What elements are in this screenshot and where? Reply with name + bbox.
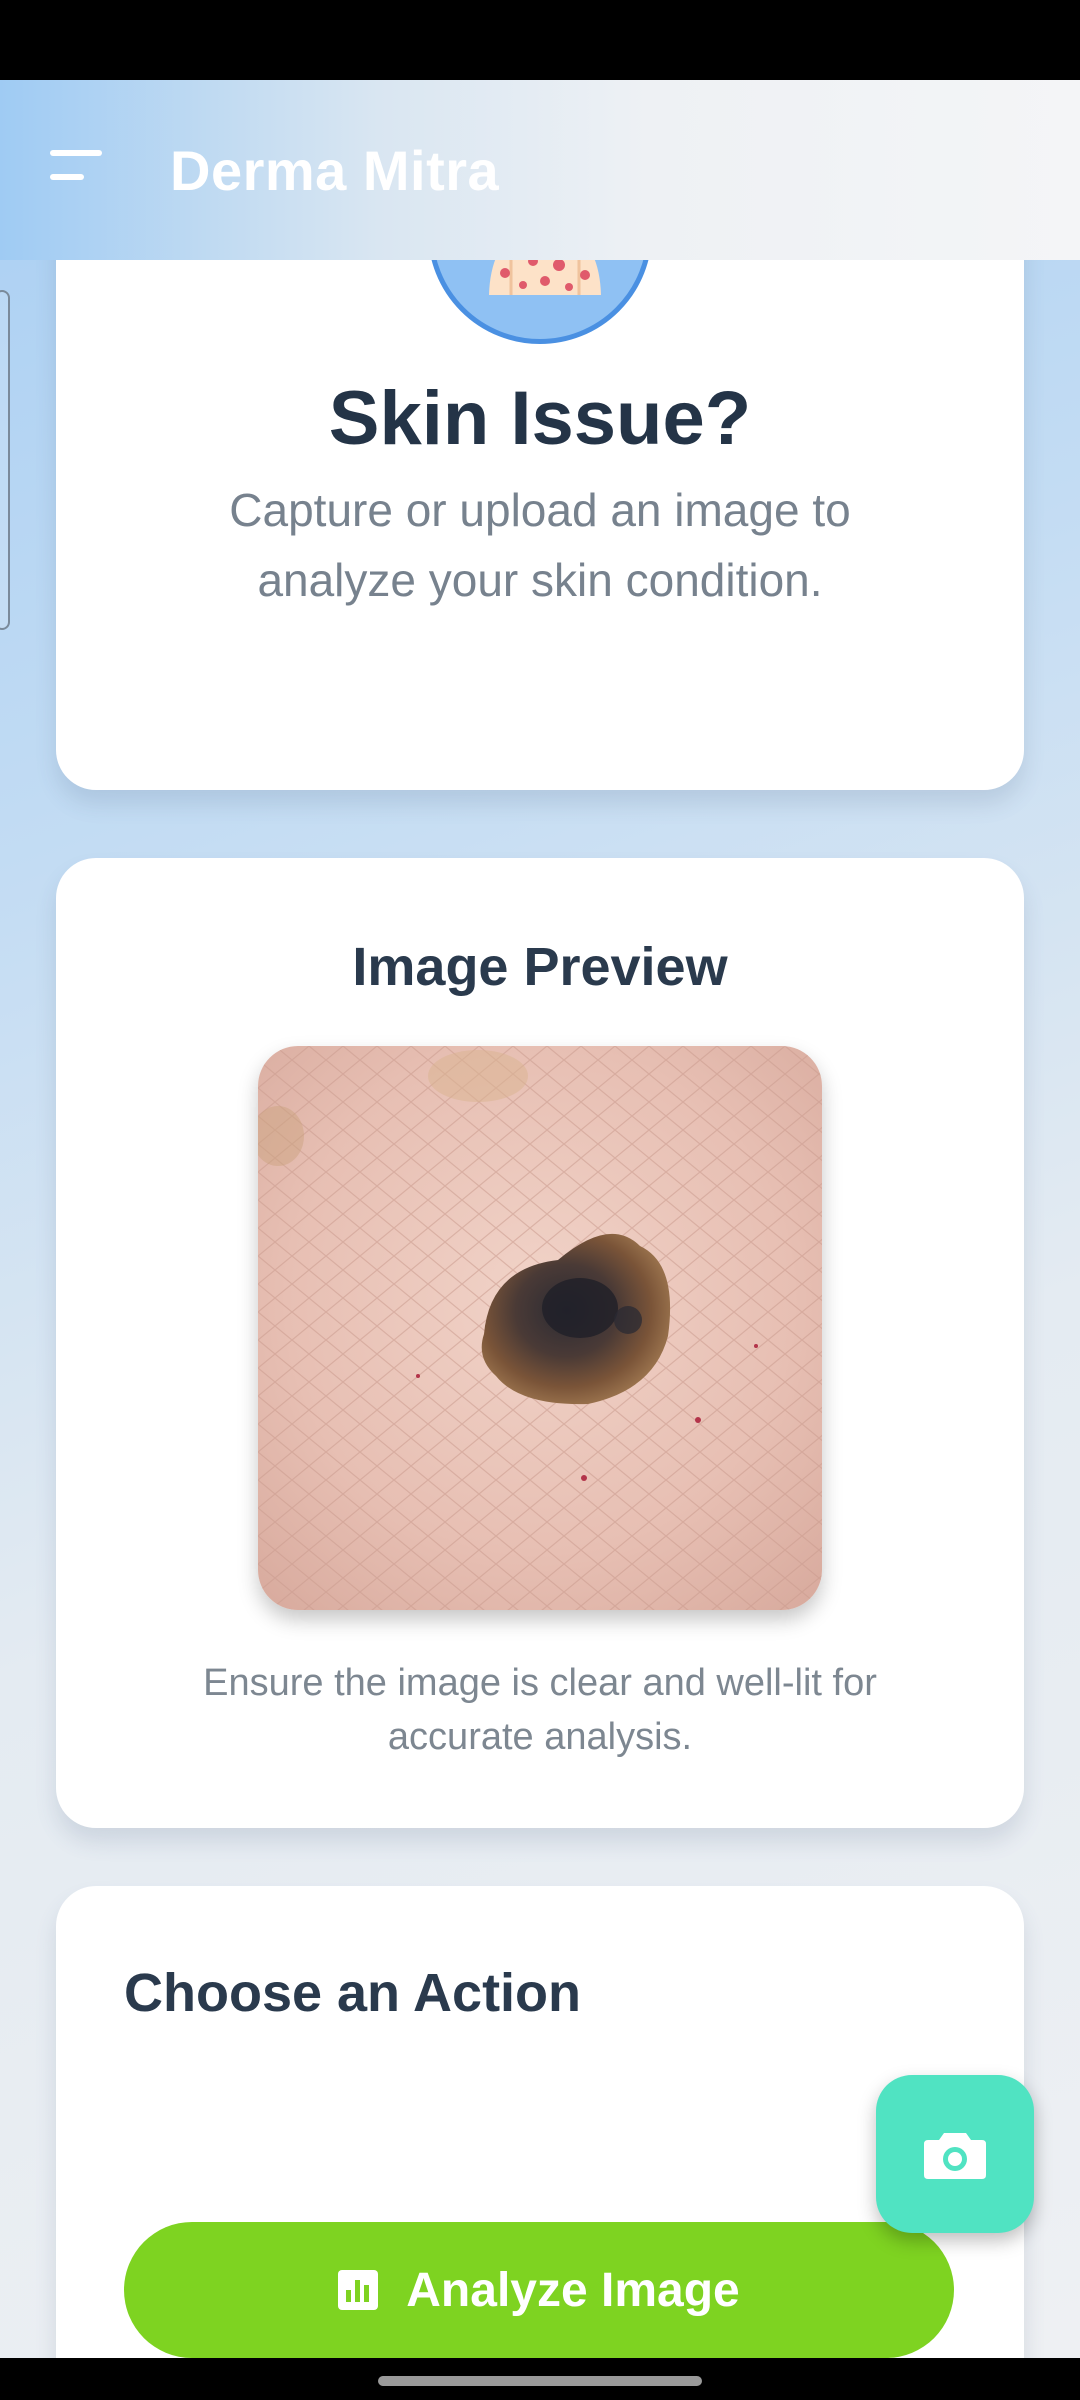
- analyze-image-label: Analyze Image: [406, 2263, 740, 2317]
- status-bar: [0, 0, 1080, 80]
- app-bar: Derma Mitra: [0, 80, 1080, 260]
- camera-icon: [924, 2129, 986, 2179]
- image-preview-title: Image Preview: [352, 937, 728, 997]
- edge-drawer-handle[interactable]: [0, 290, 10, 630]
- menu-icon: [50, 150, 102, 156]
- hero-subtitle: Capture or upload an image to analyze yo…: [229, 484, 851, 606]
- bar-chart-icon: [338, 2270, 379, 2310]
- image-preview-note: Ensure the image is clear and well-lit f…: [203, 1662, 877, 1758]
- menu-button[interactable]: [44, 150, 114, 190]
- home-indicator[interactable]: [378, 2376, 702, 2386]
- menu-icon: [50, 174, 84, 180]
- analyze-image-button[interactable]: Analyze Image: [124, 2222, 954, 2358]
- choose-action-title: Choose an Action: [124, 1963, 582, 2023]
- skin-lesion-photo: [258, 1046, 822, 1610]
- hero-title: Skin Issue?: [328, 376, 752, 461]
- image-preview-card: Image Preview Ensure the image is clear …: [56, 858, 1024, 1828]
- app-title: Derma Mitra: [170, 139, 500, 202]
- camera-fab-button[interactable]: [876, 2075, 1034, 2233]
- app-screen: Derma Mitra Skin Issue? Capture or uploa…: [0, 80, 1080, 2358]
